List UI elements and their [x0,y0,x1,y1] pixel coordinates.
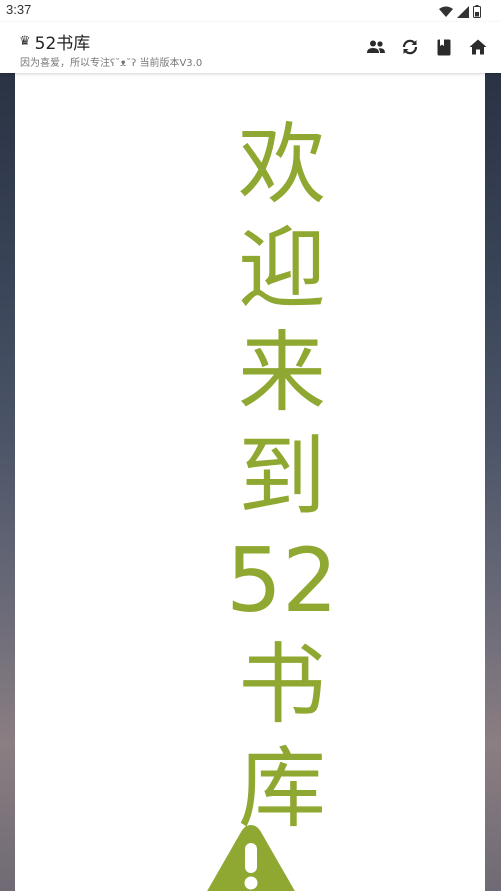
people-icon [367,40,385,53]
wifi-icon [439,3,453,22]
people-button[interactable] [365,36,387,58]
status-icons [439,3,481,22]
sync-icon [402,39,418,55]
app-bar: ♛ 52书库 因为喜爱，所以专注ʕ˘ᴥ˘ʔ 当前版本V3.0 [0,22,501,73]
app-title: 52书库 [34,34,91,54]
welcome-char: 迎 [237,217,326,320]
book-button[interactable] [433,36,455,58]
welcome-char: 52 [226,529,338,632]
welcome-char: 书 [237,633,326,736]
home-icon [469,39,487,55]
app-subtitle: 因为喜爱，所以专注ʕ˘ᴥ˘ʔ 当前版本V3.0 [20,58,203,69]
status-bar: 3:37 [0,0,501,22]
welcome-card: 欢 迎 来 到 52 书 库 [15,73,485,891]
welcome-text: 欢 迎 来 到 52 书 库 [15,113,485,841]
battery-icon [473,3,481,22]
welcome-char: 到 [237,425,326,528]
app-title-row: ♛ 52书库 [19,29,90,54]
signal-icon [457,3,469,22]
home-button[interactable] [467,36,489,58]
status-time: 3:37 [6,2,32,17]
warning-icon[interactable] [202,821,300,891]
welcome-char: 来 [237,321,326,424]
welcome-char: 欢 [237,113,326,216]
crown-icon: ♛ [19,34,31,49]
toolbar-actions [365,36,489,58]
book-icon [437,39,451,55]
sync-button[interactable] [399,36,421,58]
